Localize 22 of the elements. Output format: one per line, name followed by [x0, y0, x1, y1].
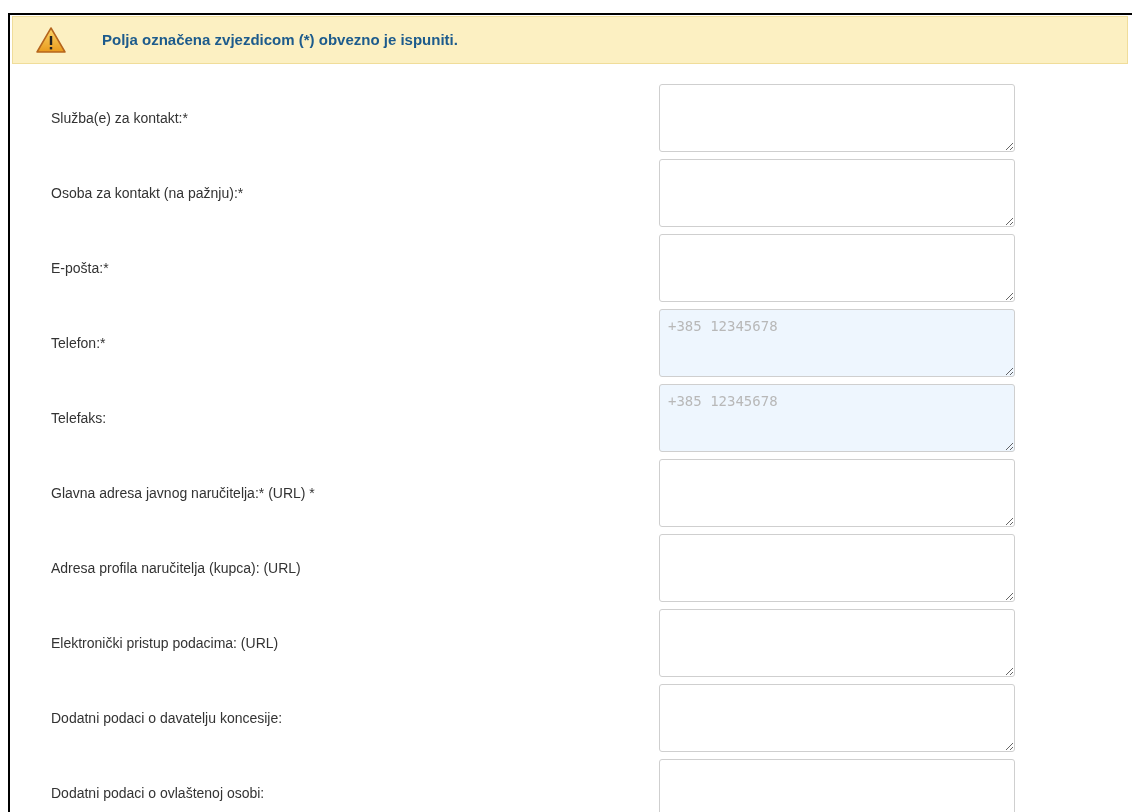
field-label: Adresa profila naručitelja (kupca): (URL)	[51, 558, 302, 578]
field-label: Služba(e) za kontakt:*	[51, 108, 189, 128]
field-label: Elektronički pristup podacima: (URL)	[51, 633, 280, 653]
warning-icon	[35, 26, 67, 54]
text-area-field[interactable]	[659, 609, 1015, 677]
text-area-field[interactable]	[659, 534, 1015, 602]
field-label: Telefon:*	[51, 333, 107, 353]
text-area-field[interactable]: +385 12345678	[659, 384, 1015, 452]
field-label: Osoba za kontakt (na pažnju):*	[51, 183, 245, 203]
field-label: Telefaks:	[51, 408, 108, 428]
text-area-field[interactable]	[659, 234, 1015, 302]
text-area-field[interactable]: +385 12345678	[659, 309, 1015, 377]
notice-text: Polja označena zvjezdicom (*) obvezno je ispuniti.	[102, 29, 458, 50]
field-label: Dodatni podaci o davatelju koncesije:	[51, 708, 284, 728]
field-label: Glavna adresa javnog naručitelja:* (URL) *	[51, 483, 316, 503]
field-label: Dodatni podaci o ovlaštenoj osobi:	[51, 783, 266, 803]
text-area-field[interactable]	[659, 159, 1015, 227]
text-area-field[interactable]	[659, 759, 1015, 812]
text-area-field[interactable]	[659, 459, 1015, 527]
text-area-field[interactable]	[659, 684, 1015, 752]
text-area-field[interactable]	[659, 84, 1015, 152]
field-label: E-pošta:*	[51, 258, 110, 278]
